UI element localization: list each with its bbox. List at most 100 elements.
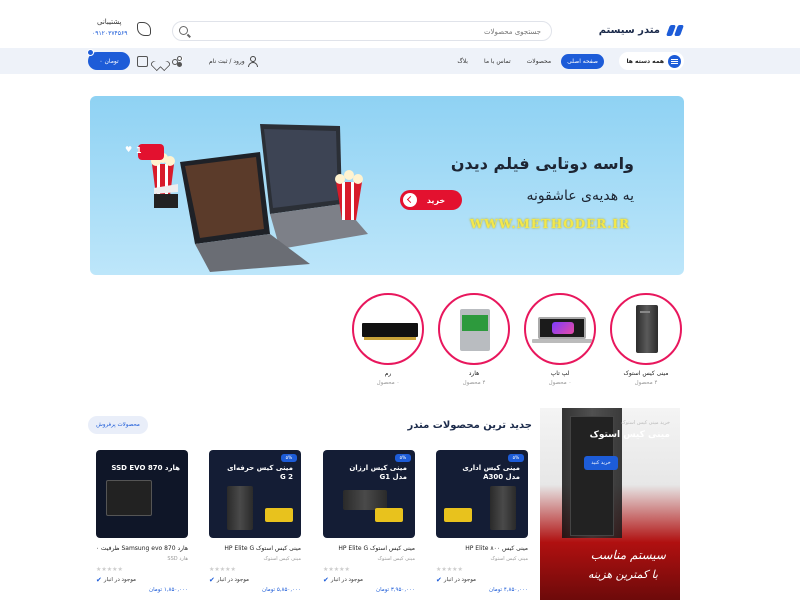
- category-name: مینی کیس استوک: [623, 370, 669, 377]
- cart-icon[interactable]: [137, 55, 148, 67]
- menu-icon: [668, 54, 681, 68]
- discount-tag: ۵%: [395, 454, 411, 462]
- product-card[interactable]: هارد SSD EVO 870 هارد Samsung evo 870 ظر…: [96, 450, 188, 593]
- thumbnail-sale-badge: [265, 508, 293, 522]
- product-thumbnail[interactable]: هارد SSD EVO 870: [96, 450, 188, 538]
- product-name[interactable]: هارد Samsung evo 870 ظرفیت ۲۵۰: [96, 545, 188, 552]
- promo-title: مینی کیس استوک: [589, 430, 670, 440]
- product-card[interactable]: ۵% مینی کیس ارزان مدل G1 مینی کیس استوک …: [323, 450, 415, 593]
- site-logo[interactable]: متدر سیستم: [599, 20, 682, 40]
- rating-stars: ★★★★★: [323, 566, 350, 573]
- stock-label: موجود در انبار: [443, 577, 477, 583]
- wishlist-heart-icon[interactable]: [155, 56, 165, 66]
- thumbnail-title: هارد SSD EVO 870: [111, 464, 180, 472]
- rating-stars: ★★★★★: [96, 566, 123, 573]
- product-price: ۵,۸۵۰,۰۰۰ تومان: [262, 587, 301, 593]
- category-image: [438, 293, 510, 365]
- product-card[interactable]: ۵% مینی کیس حرفه‌ای G 2 مینی کیس استوک H…: [209, 450, 301, 593]
- category-name: لپ تاپ: [550, 370, 570, 377]
- nav-link-contact[interactable]: تماس با ما: [478, 54, 517, 69]
- banner-subline: یه هدیه‌ی عاشقونه: [526, 188, 634, 204]
- category-laptop[interactable]: لپ تاپ ۰ محصول: [522, 293, 598, 386]
- category-mini-case[interactable]: مینی کیس استوک ۴ محصول: [608, 293, 684, 386]
- all-categories-label: همه دسته ها: [626, 57, 664, 65]
- logo-mark-icon: [666, 24, 682, 36]
- nav-link-blog[interactable]: بلاگ: [451, 54, 474, 69]
- category-hdd[interactable]: هارد ۴ محصول: [436, 293, 512, 386]
- product-thumbnail[interactable]: ۵% مینی کیس حرفه‌ای G 2: [209, 450, 301, 538]
- search-box: [172, 21, 552, 41]
- stock-status: موجود در انبار ✔: [96, 576, 188, 584]
- category-count: ۴ محصول: [634, 380, 658, 386]
- rating-stars: ★★★★★: [436, 566, 463, 573]
- check-icon: ✔: [436, 576, 442, 584]
- promo-footer-line1: سیستم مناسب: [590, 548, 666, 562]
- product-price: ۴,۸۵۰,۰۰۰ تومان: [489, 587, 528, 593]
- buy-label: خرید: [426, 195, 446, 205]
- check-icon: ✔: [96, 576, 102, 584]
- nav-link-home[interactable]: صفحه اصلی: [561, 53, 604, 69]
- cart-total: ۰ تومان: [99, 57, 119, 65]
- product-name[interactable]: مینی کیس استوک HP Elite G: [323, 545, 415, 552]
- thumbnail-product-image: [490, 486, 516, 530]
- main-nav: همه دسته ها صفحه اصلی محصولات تماس با ما…: [0, 48, 800, 74]
- search-input[interactable]: [201, 25, 541, 38]
- product-category[interactable]: مینی کیس استوک: [209, 556, 301, 562]
- support-headset-icon: [137, 22, 151, 36]
- banner-url: WWW.METHODER.IR: [469, 217, 630, 231]
- best-sellers-button[interactable]: محصولات پرفروش: [88, 416, 148, 434]
- product-category[interactable]: مینی کیس استوک: [323, 556, 415, 562]
- stock-label: موجود در انبار: [330, 577, 364, 583]
- stock-label: موجود در انبار: [103, 577, 137, 583]
- product-name[interactable]: مینی کیس HP Elite ۸۰۰: [436, 545, 528, 552]
- banner-buy-button[interactable]: خرید: [400, 190, 462, 210]
- thumbnail-product-image: [106, 480, 152, 516]
- category-count: ۴ محصول: [462, 380, 486, 386]
- user-icon: [247, 56, 258, 67]
- thumbnail-sale-badge: [375, 508, 403, 522]
- like-count: 1: [136, 146, 142, 155]
- cart-button[interactable]: ۰ تومان: [87, 49, 130, 70]
- hero-banner[interactable]: 1 ♥ واسه دوتایی فیلم دیدن یه هدیه‌ی عاشق…: [90, 96, 684, 275]
- thumbnail-title: مینی کیس ارزان مدل G1: [349, 464, 407, 481]
- product-name[interactable]: مینی کیس استوک HP Elite G: [209, 545, 301, 552]
- discount-tag: ۵%: [281, 454, 297, 462]
- heart-icon: ♥: [125, 145, 133, 154]
- thumbnail-sale-badge: [444, 508, 472, 522]
- login-link[interactable]: ورود / ثبت نام: [209, 56, 258, 67]
- product-category[interactable]: هارد SSD: [96, 556, 188, 562]
- discount-tag: ۵%: [508, 454, 524, 462]
- product-thumbnail[interactable]: ۵% مینی کیس اداری مدل A300: [436, 450, 528, 538]
- logo-text: متدر سیستم: [598, 24, 660, 36]
- rating-stars: ★★★★★: [209, 566, 236, 573]
- compare-icon[interactable]: [172, 56, 182, 66]
- login-label: ورود / ثبت نام: [209, 57, 245, 65]
- promo-card[interactable]: خرید مینی کیس استوک مینی کیس استوک خرید …: [540, 408, 680, 600]
- top-header: متدر سیستم پشتیبانی ۰۹۱۲۰۳۷۴۵۶۹: [0, 0, 800, 48]
- laptop-popcorn-illustration: [138, 124, 368, 272]
- category-image: [524, 293, 596, 365]
- promo-footer-line2: با کمترین هزینه: [588, 568, 658, 581]
- stock-label: موجود در انبار: [216, 577, 250, 583]
- thumbnail-title: مینی کیس حرفه‌ای G 2: [227, 464, 293, 481]
- nav-link-products[interactable]: محصولات: [521, 54, 557, 69]
- check-icon: ✔: [323, 576, 329, 584]
- product-price: ۱,۸۵۰,۰۰۰ تومان: [149, 587, 188, 593]
- all-categories-button[interactable]: همه دسته ها: [618, 52, 684, 70]
- promo-buy-button[interactable]: خرید کنید: [584, 456, 618, 470]
- search-icon[interactable]: [179, 26, 188, 35]
- section-title: جدید ترین محصولات متدر: [407, 420, 532, 431]
- stock-status: موجود در انبار ✔: [323, 576, 415, 584]
- category-count: ۰ محصول: [376, 380, 400, 386]
- support-block[interactable]: پشتیبانی ۰۹۱۲۰۳۷۴۵۶۹: [92, 18, 162, 44]
- category-name: رم: [384, 370, 392, 377]
- product-price: ۳,۹۵۰,۰۰۰ تومان: [376, 587, 415, 593]
- product-card[interactable]: ۵% مینی کیس اداری مدل A300 مینی کیس HP E…: [436, 450, 528, 593]
- nav-links: صفحه اصلی محصولات تماس با ما بلاگ: [451, 52, 604, 70]
- category-image: [610, 293, 682, 365]
- product-thumbnail[interactable]: ۵% مینی کیس ارزان مدل G1: [323, 450, 415, 538]
- stock-status: موجود در انبار ✔: [436, 576, 528, 584]
- category-ram[interactable]: رم ۰ محصول: [350, 293, 426, 386]
- product-category[interactable]: مینی کیس استوک: [436, 556, 528, 562]
- thumbnail-product-image: [227, 486, 253, 530]
